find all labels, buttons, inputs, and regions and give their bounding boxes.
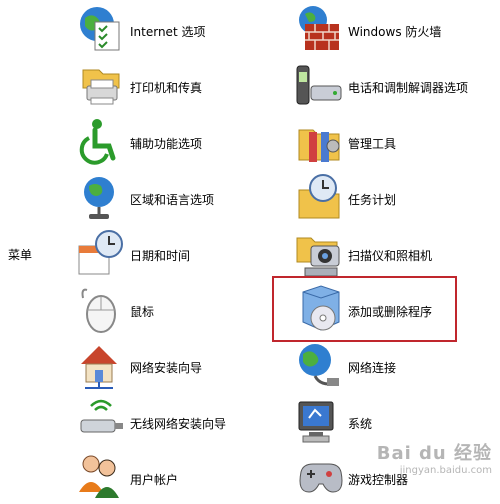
phone-modem-icon	[295, 60, 343, 112]
user-accounts-icon	[77, 452, 125, 504]
item-label: 扫描仪和照相机	[348, 249, 433, 263]
watermark-sub: jingyan.baidu.com	[399, 465, 492, 476]
item-label: 鼠标	[130, 305, 155, 319]
date-time-icon	[77, 228, 125, 280]
accessibility-icon	[77, 116, 125, 168]
printer-fax-icon	[77, 60, 125, 112]
item-label: 网络连接	[348, 361, 397, 375]
item-label: 电话和调制解调器选项	[348, 81, 469, 95]
item-label: 网络安装向导	[130, 361, 203, 375]
item-label: 任务计划	[348, 193, 397, 207]
item-label: 系统	[348, 417, 373, 431]
system-icon	[295, 396, 343, 448]
admin-tools-icon	[295, 116, 343, 168]
item-label: 打印机和传真	[130, 81, 203, 95]
internet-options-icon	[77, 4, 125, 56]
game-controllers-icon	[295, 452, 343, 504]
item-label: 区域和语言选项	[130, 193, 215, 207]
network-connections-icon	[295, 340, 343, 392]
item-label: 管理工具	[348, 137, 397, 151]
scanner-camera-icon	[295, 228, 343, 280]
mouse-icon	[77, 284, 125, 336]
scheduled-tasks-icon	[295, 172, 343, 224]
highlight-box	[272, 276, 457, 342]
item-label: Internet 选项	[130, 25, 206, 39]
item-label: 用户帐户	[130, 473, 179, 487]
network-setup-icon	[77, 340, 125, 392]
region-language-icon	[77, 172, 125, 224]
watermark-text: Bai du 经验	[376, 443, 492, 464]
firewall-icon	[295, 4, 343, 56]
item-label: 辅助功能选项	[130, 137, 203, 151]
item-label: 日期和时间	[130, 249, 191, 263]
menu-side-label: 菜单	[8, 248, 33, 262]
wireless-setup-icon	[77, 396, 125, 448]
watermark: Bai du 经验 jingyan.baidu.com	[377, 439, 492, 476]
item-label: 无线网络安装向导	[130, 417, 227, 431]
item-label: Windows 防火墙	[348, 25, 442, 39]
